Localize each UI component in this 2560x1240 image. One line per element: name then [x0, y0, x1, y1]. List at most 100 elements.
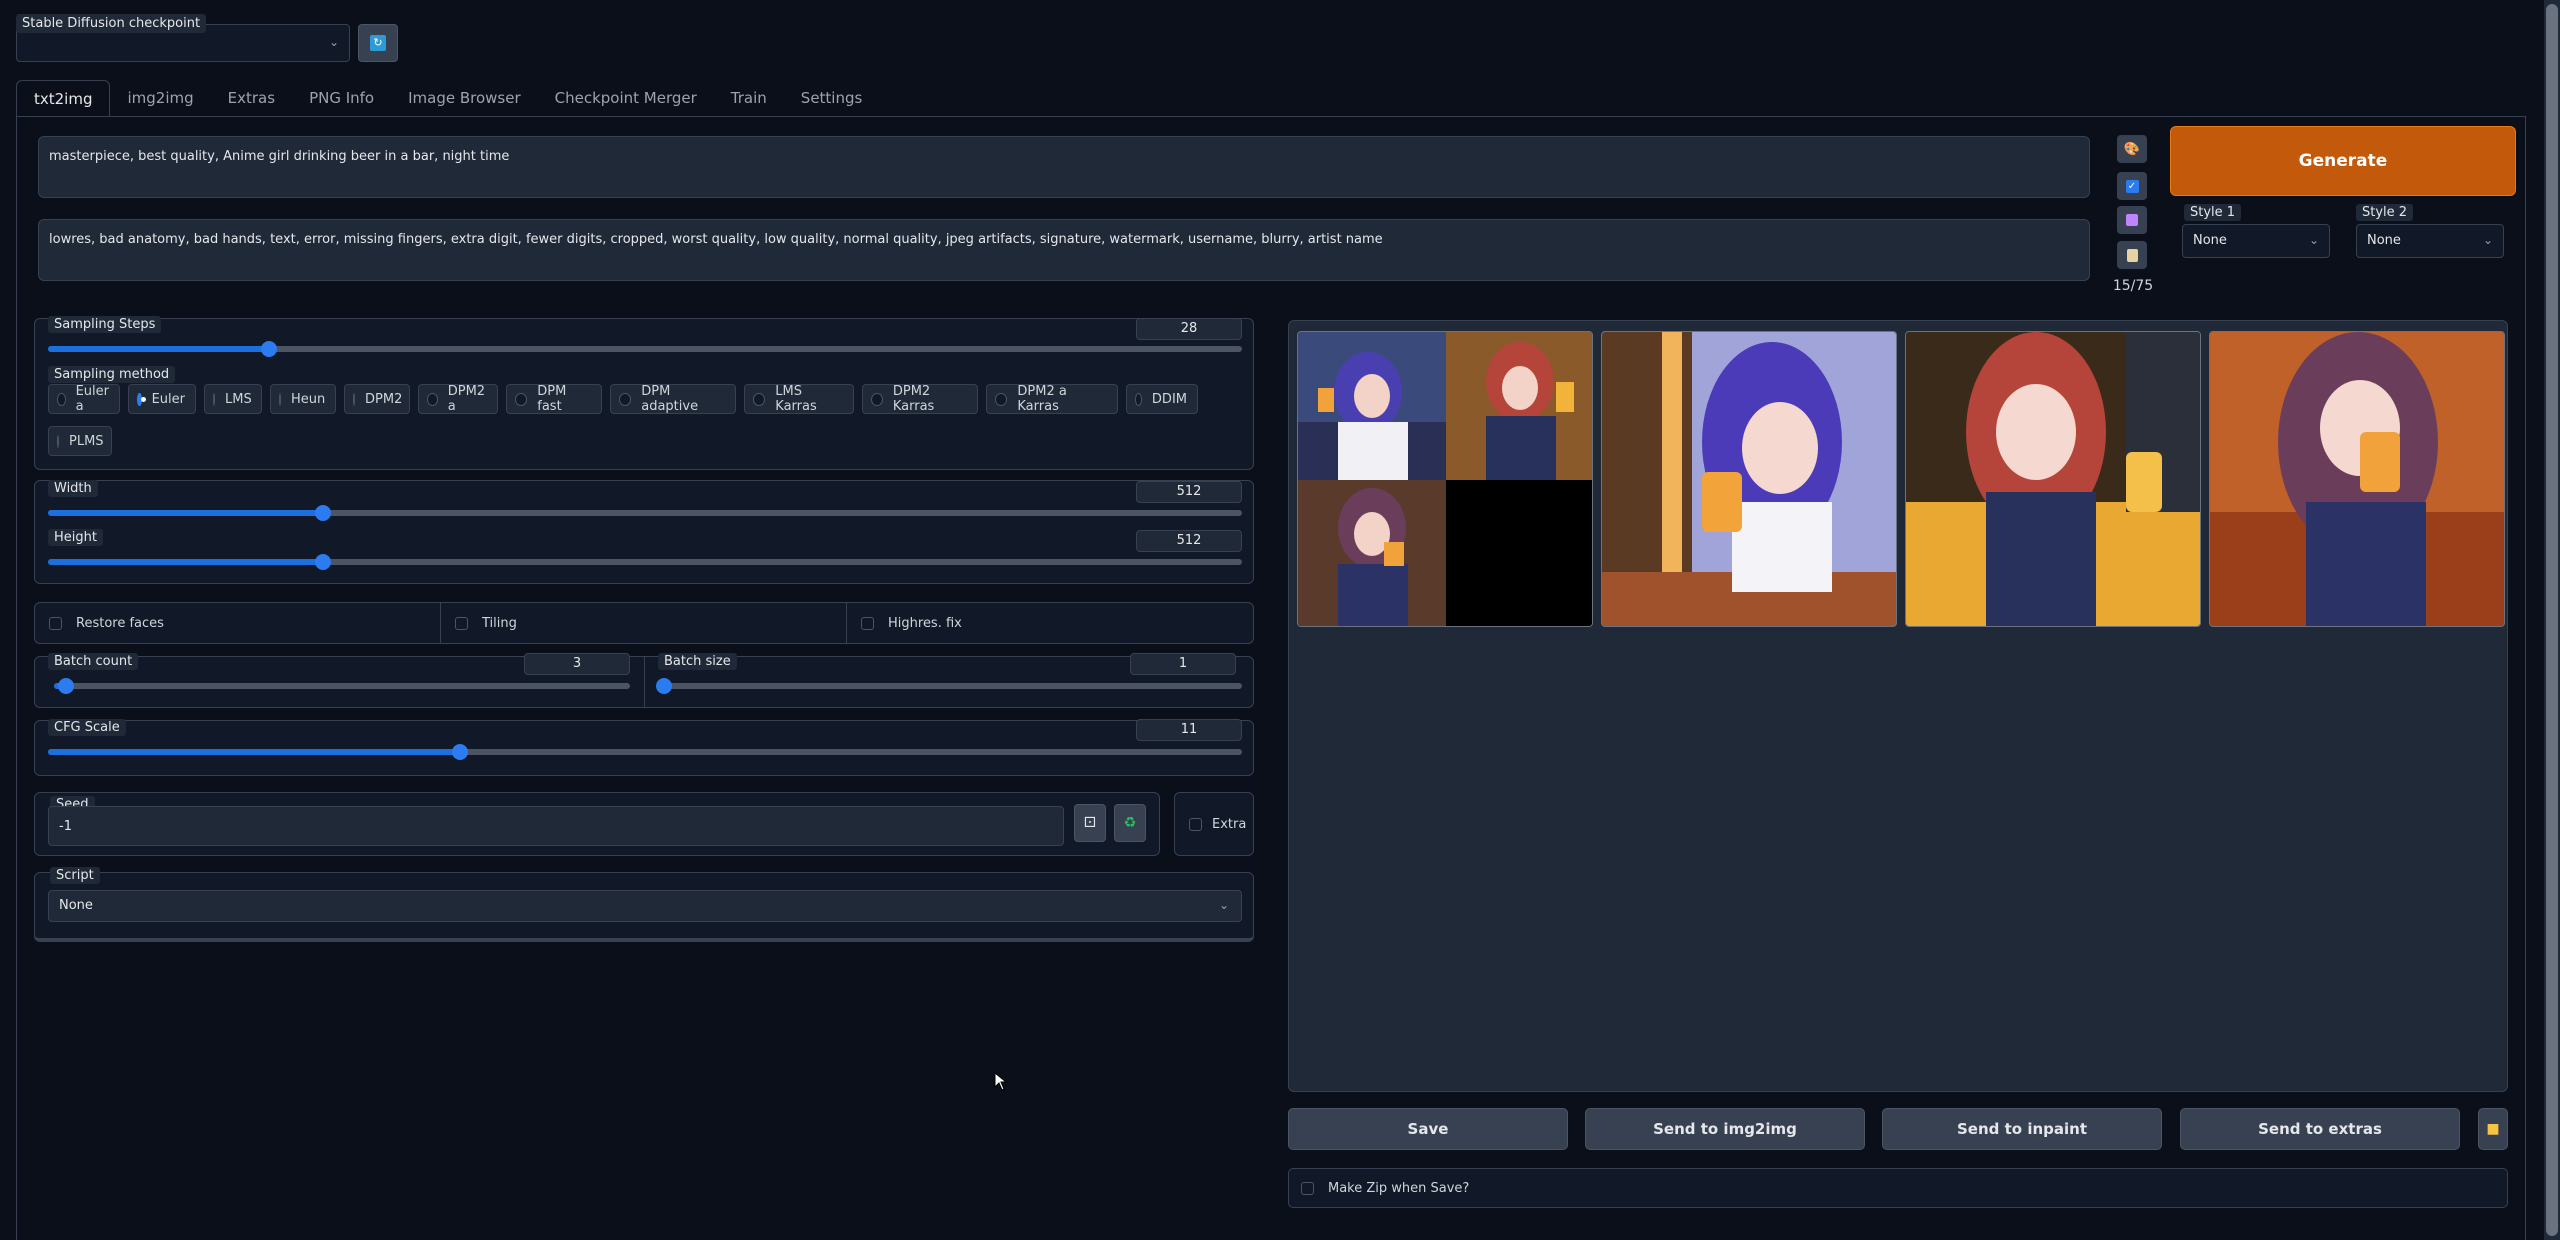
tab-train[interactable]: Train — [714, 80, 784, 116]
radio-icon — [515, 392, 528, 406]
restore-faces-label: Restore faces — [76, 615, 164, 631]
batch-divider — [644, 656, 645, 708]
style-2-select[interactable]: None ⌄ — [2356, 224, 2504, 258]
width-input[interactable]: 512 — [1136, 481, 1242, 503]
random-seed-button[interactable]: ⚀ — [1074, 804, 1106, 842]
checkpoint-label: Stable Diffusion checkpoint — [16, 14, 207, 33]
sampling-method-label: DPM2 a — [447, 384, 486, 414]
scrollbar-thumb[interactable] — [2546, 4, 2558, 1236]
tab-settings[interactable]: Settings — [784, 80, 880, 116]
sampling-method-option[interactable]: DPM2 a — [418, 384, 498, 414]
height-label: Height — [48, 529, 103, 546]
chevron-down-icon: ⌄ — [328, 35, 339, 49]
restore-faces-checkbox[interactable]: Restore faces — [35, 603, 441, 643]
cfg-scale-input[interactable]: 11 — [1136, 719, 1242, 741]
make-zip-label: Make Zip when Save? — [1328, 1180, 1470, 1196]
sampling-method-label: LMS Karras — [775, 384, 817, 414]
send-to-img2img-button[interactable]: Send to img2img — [1585, 1108, 1865, 1150]
style-2-value: None — [2367, 233, 2401, 248]
tiling-checkbox[interactable]: Tiling — [441, 603, 847, 643]
size-panel — [34, 480, 1254, 584]
reuse-seed-button[interactable]: ♻ — [1114, 804, 1146, 842]
negative-prompt-input[interactable]: lowres, bad anatomy, bad hands, text, er… — [38, 219, 2090, 281]
radio-icon — [619, 392, 632, 406]
height-input[interactable]: 512 — [1136, 530, 1242, 552]
send-to-inpaint-button[interactable]: Send to inpaint — [1882, 1108, 2162, 1150]
save-style-icon[interactable] — [2117, 206, 2147, 234]
sampling-method-option[interactable]: Euler — [128, 384, 196, 414]
tab-checkpoint-merger[interactable]: Checkpoint Merger — [538, 80, 714, 116]
sampling-method-label: DDIM — [1151, 391, 1187, 407]
cfg-scale-slider[interactable] — [48, 744, 1242, 760]
highres-fix-checkbox[interactable]: Highres. fix — [847, 603, 1253, 643]
tab-png-info[interactable]: PNG Info — [292, 80, 391, 116]
style-1-select[interactable]: None ⌄ — [2182, 224, 2330, 258]
cfg-scale-label: CFG Scale — [48, 719, 126, 736]
sampling-method-option[interactable]: LMS — [204, 384, 262, 414]
sampling-method-label: DPM2 a Karras — [1017, 384, 1067, 414]
sampling-method-option[interactable]: PLMS — [48, 426, 112, 456]
gallery-image-grid[interactable] — [1297, 331, 1593, 627]
make-zip-checkbox[interactable]: Make Zip when Save? — [1288, 1168, 2508, 1208]
sampling-method-label: DPM2 Karras — [892, 384, 935, 414]
tab-extras[interactable]: Extras — [211, 80, 292, 116]
checkbox-icon — [49, 616, 62, 630]
style-1-value: None — [2193, 233, 2227, 248]
palette-icon[interactable]: 🎨 — [2117, 135, 2147, 163]
radio-icon — [995, 392, 1008, 406]
send-to-extras-button[interactable]: Send to extras — [2180, 1108, 2460, 1150]
radio-icon — [279, 392, 281, 406]
batch-size-slider[interactable] — [656, 678, 1242, 694]
sampling-method-option[interactable]: LMS Karras — [744, 384, 854, 414]
highres-fix-label: Highres. fix — [888, 615, 962, 631]
image-2-thumbnail — [1906, 332, 2200, 626]
batch-count-label: Batch count — [48, 653, 139, 670]
checkbox-icon[interactable]: ✓ — [2117, 172, 2147, 200]
sampling-method-option[interactable]: DDIM — [1126, 384, 1198, 414]
script-select[interactable]: None ⌄ — [48, 890, 1242, 922]
sampling-method-label: Euler — [151, 391, 185, 407]
sampling-method-option[interactable]: DPM fast — [506, 384, 602, 414]
sampling-method-option[interactable]: Heun — [270, 384, 336, 414]
mouse-cursor-icon — [994, 1072, 1008, 1091]
sampling-method-label: DPM fast — [537, 384, 567, 414]
radio-icon — [1135, 392, 1142, 406]
batch-count-slider[interactable] — [54, 678, 630, 694]
width-slider[interactable] — [48, 505, 1242, 521]
sampling-steps-input[interactable]: 28 — [1136, 318, 1242, 340]
batch-size-input[interactable]: 1 — [1130, 653, 1236, 675]
gallery-image-3[interactable] — [2209, 331, 2505, 627]
refresh-checkpoint-button[interactable]: ↻ — [358, 24, 398, 62]
sampling-method-label: Sampling method — [48, 366, 176, 383]
image-3-thumbnail — [2210, 332, 2504, 626]
sampling-method-option[interactable]: Euler a — [48, 384, 120, 414]
sampling-method-option[interactable]: DPM2 a Karras — [986, 384, 1118, 414]
height-slider[interactable] — [48, 554, 1242, 570]
open-folder-button[interactable]: ■ — [2478, 1108, 2508, 1150]
refresh-icon: ↻ — [370, 35, 386, 51]
radio-icon — [871, 392, 883, 406]
save-button[interactable]: Save — [1288, 1108, 1568, 1150]
grid-thumbnail — [1298, 332, 1592, 626]
sampling-method-label: DPM2 — [365, 391, 403, 407]
dice-icon: ⚀ — [1083, 815, 1097, 831]
sampling-steps-slider[interactable] — [48, 341, 1242, 357]
tab-img2img[interactable]: img2img — [110, 80, 210, 116]
radio-icon — [137, 392, 146, 406]
sampling-method-option[interactable]: DPM2 — [344, 384, 410, 414]
seed-input[interactable]: -1 — [48, 806, 1064, 846]
batch-count-input[interactable]: 3 — [524, 653, 630, 675]
gallery-image-1[interactable] — [1601, 331, 1897, 627]
script-label: Script — [50, 867, 100, 884]
tab-txt2img[interactable]: txt2img — [16, 80, 111, 116]
gallery-image-2[interactable] — [1905, 331, 2201, 627]
sampling-method-label: DPM adaptive — [641, 384, 699, 414]
seed-extra-checkbox[interactable]: Extra — [1174, 792, 1254, 856]
tab-image-browser[interactable]: Image Browser — [391, 80, 538, 116]
sampling-method-option[interactable]: DPM2 Karras — [862, 384, 978, 414]
sampling-method-option[interactable]: DPM adaptive — [610, 384, 736, 414]
prompt-input[interactable]: masterpiece, best quality, Anime girl dr… — [38, 136, 2090, 198]
generate-button[interactable]: Generate — [2170, 126, 2516, 196]
checkbox-icon — [1301, 1181, 1314, 1195]
clipboard-icon[interactable] — [2117, 241, 2147, 269]
